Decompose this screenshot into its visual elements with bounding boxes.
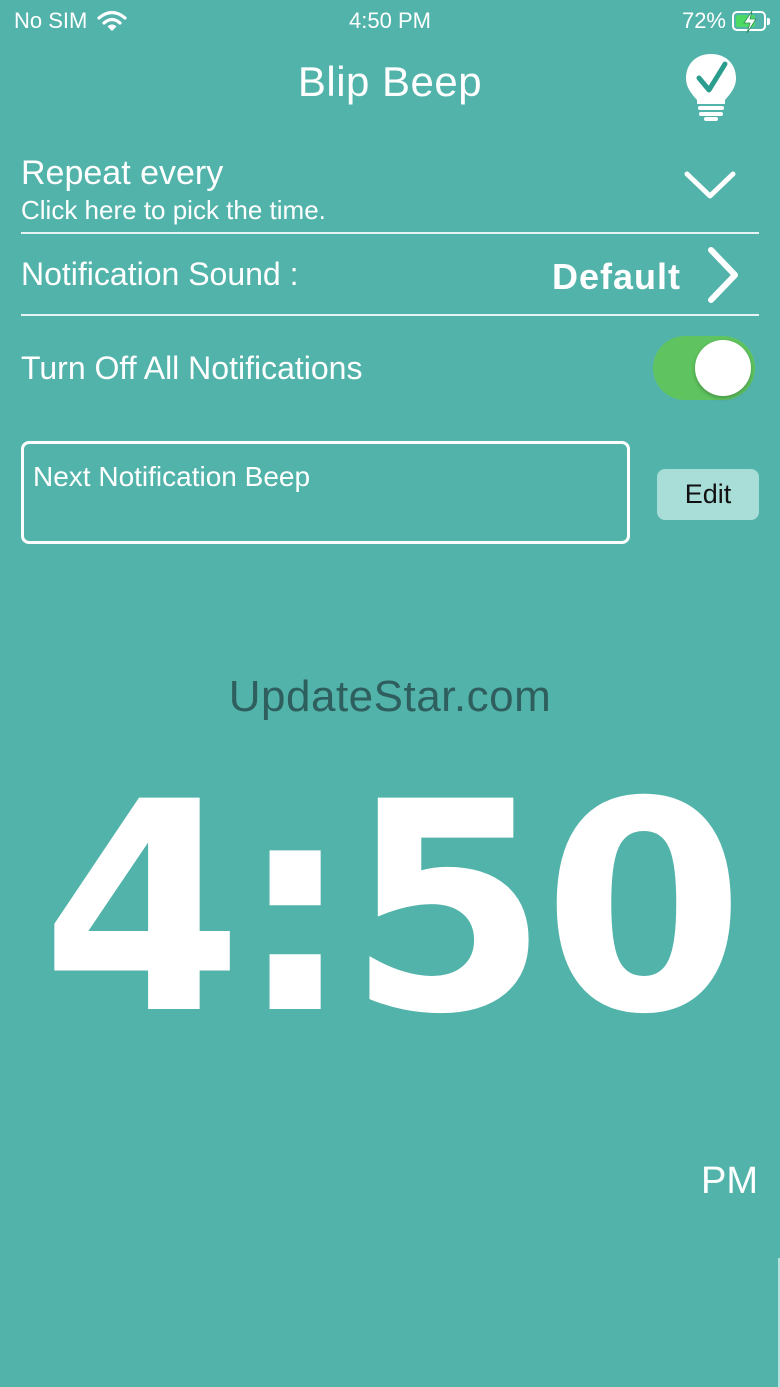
next-notification-box[interactable]: Next Notification Beep — [21, 441, 630, 544]
watermark-text: UpdateStar.com — [228, 672, 552, 721]
charging-bolt-icon — [743, 10, 757, 34]
turn-off-notifications-label: Turn Off All Notifications — [21, 350, 363, 386]
chevron-right-icon[interactable] — [705, 246, 741, 304]
notification-sound-row[interactable]: Notification Sound : Default — [21, 234, 759, 316]
notification-sound-label: Notification Sound : — [21, 256, 299, 292]
lightbulb-check-button[interactable] — [682, 52, 740, 122]
battery-percent: 72% — [681, 8, 726, 33]
battery-icon — [732, 10, 770, 34]
status-right: 72% — [681, 8, 770, 34]
status-time: 4:50 PM — [349, 8, 431, 33]
edit-button[interactable]: Edit — [657, 469, 759, 520]
turn-off-notifications-toggle[interactable] — [653, 336, 755, 400]
repeat-every-row[interactable]: Repeat every Click here to pick the time… — [21, 150, 759, 234]
lightbulb-check-icon — [686, 54, 736, 121]
turn-off-notifications-row: Turn Off All Notifications — [21, 330, 759, 410]
next-notification-label: Next Notification Beep — [33, 461, 311, 492]
app-title: Blip Beep — [297, 58, 483, 105]
chevron-down-icon[interactable] — [683, 168, 737, 202]
toggle-knob[interactable] — [695, 340, 751, 396]
notification-sound-value: Default — [551, 256, 681, 297]
repeat-subtitle: Click here to pick the time. — [21, 195, 326, 225]
clock-time: 4:50 — [41, 741, 744, 1078]
clock-ampm: PM — [701, 1160, 758, 1202]
repeat-title: Repeat every — [21, 154, 224, 192]
battery-tip — [767, 18, 770, 25]
status-bar: No SIM 4:50 PM 72% — [0, 0, 780, 44]
